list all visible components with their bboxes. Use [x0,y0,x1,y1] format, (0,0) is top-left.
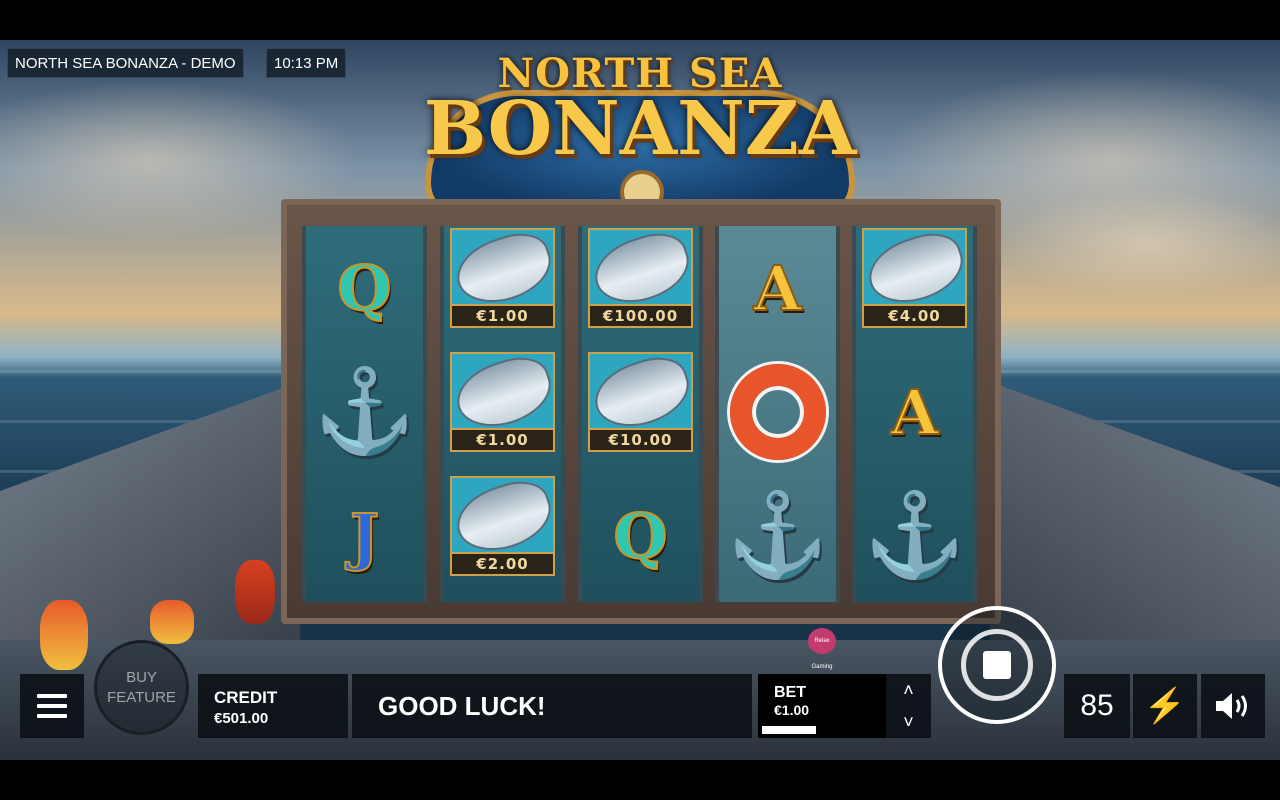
fish-value: €1.00 [450,304,555,328]
hamburger-icon [37,694,67,698]
reel-4: A ⚓ [715,226,840,602]
symbol-anchor: ⚓ [856,474,973,598]
credit-label: CREDIT [214,688,278,707]
symbol-letter: A [719,226,836,350]
buoy [235,560,275,624]
menu-button[interactable] [20,674,84,738]
symbol-anchor: ⚓ [306,350,423,474]
bet-panel[interactable]: BET €1.00 [758,674,886,738]
sound-button[interactable] [1201,674,1265,738]
buoy [40,600,88,670]
game-logo: NORTH SEA BONANZA [415,50,865,220]
symbol-fish: €10.00 [582,348,699,474]
reel-2: €1.00 €1.00 €2.00 [440,226,565,602]
symbol-letter-text: J [349,499,380,574]
fish-value: €4.00 [862,304,967,328]
spin-ring-icon [961,629,1033,701]
lightning-icon: ⚡ [1143,687,1187,725]
anchor-icon: ⚓ [726,490,829,581]
symbol-letter: Q [582,474,699,598]
hamburger-icon-line [37,714,67,718]
symbol-letter: J [306,474,423,598]
hamburger-icon-line [37,704,67,708]
symbol-fish: €4.00 [856,226,973,350]
chevron-down-icon[interactable]: ˅ [903,712,914,733]
clock: 10:13 PM [266,48,347,78]
status-message: GOOD LUCK! [352,674,752,738]
credit-panel: CREDIT €501.00 [198,674,348,738]
game-title-badge: NORTH SEA BONANZA - DEMO [7,48,244,78]
fish-value: €1.00 [450,428,555,452]
cloud [1000,190,1280,300]
turbo-button[interactable]: ⚡ [1133,674,1197,738]
buoy [150,600,194,644]
symbol-letter-text: A [752,251,802,326]
symbol-fish: €1.00 [444,226,561,350]
symbol-fish: €100.00 [582,226,699,350]
lifebuoy-icon [729,364,826,460]
fish-value: €100.00 [588,304,693,328]
symbol-letter-text: Q [336,251,392,326]
provider-badge: Relax Gaming [808,628,836,670]
anchor-icon: ⚓ [863,490,966,581]
reel-1: Q ⚓ J [302,226,427,602]
bet-label: BET [774,684,806,701]
symbol-fish: €1.00 [444,348,561,474]
spin-button[interactable] [938,606,1056,724]
bet-value: €1.00 [774,702,810,718]
logo-line-2: BONANZA [423,86,857,172]
symbol-lifebuoy [719,350,836,474]
symbol-letter: Q [306,226,423,350]
symbol-letter-text: Q [612,499,668,574]
bet-stepper[interactable]: ˄ ˅ [886,674,931,738]
reel-5: €4.00 A ⚓ [852,226,977,602]
chevron-up-icon[interactable]: ˄ [903,680,914,701]
buy-feature-button[interactable]: BUY FEATURE [94,640,189,735]
reel-3: €100.00 €10.00 Q [578,226,703,602]
symbol-letter: A [856,350,973,474]
symbol-anchor: ⚓ [719,474,836,598]
fish-value: €2.00 [450,552,555,576]
symbol-letter-text: A [889,375,939,450]
buy-feature-label: BUY FEATURE [107,668,176,706]
credit-value: €501.00 [214,710,269,727]
symbol-fish: €2.00 [444,472,561,598]
anchor-icon: ⚓ [313,366,416,457]
bet-level-bar [762,726,816,734]
fish-value: €10.00 [588,428,693,452]
stop-icon [983,651,1011,679]
speaker-icon [1216,693,1247,719]
autoplay-counter[interactable]: 85 [1064,674,1130,738]
